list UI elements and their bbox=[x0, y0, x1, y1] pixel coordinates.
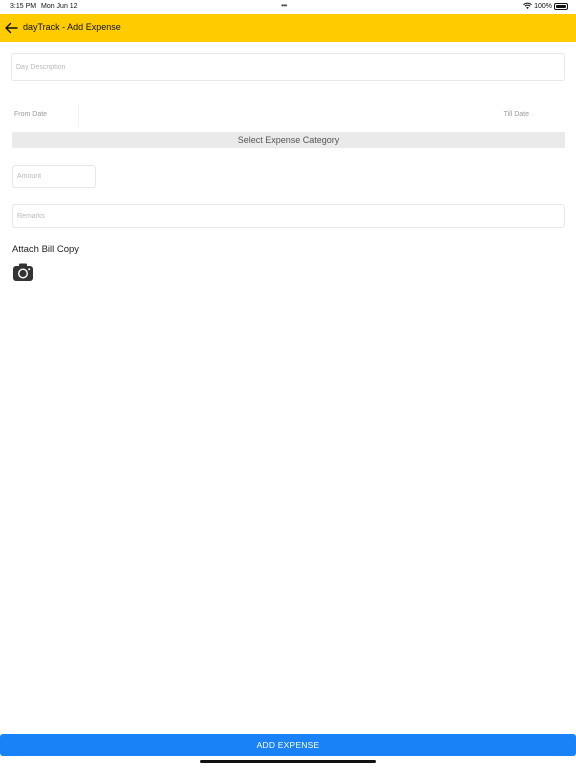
status-bar: 3:15 PM Mon Jun 12 ••• 100% bbox=[0, 0, 576, 14]
status-time: 3:15 PM bbox=[10, 3, 37, 10]
page-title: dayTrack - Add Expense bbox=[23, 22, 121, 32]
amount-input[interactable] bbox=[12, 165, 96, 188]
battery-icon bbox=[554, 2, 568, 10]
day-description-input[interactable] bbox=[11, 53, 565, 81]
date-divider bbox=[78, 104, 79, 126]
wifi-icon bbox=[523, 2, 532, 9]
remarks-input[interactable] bbox=[12, 204, 565, 228]
status-date: Mon Jun 12 bbox=[41, 3, 78, 10]
camera-icon[interactable] bbox=[12, 262, 34, 282]
from-date-field[interactable]: From Date bbox=[14, 111, 47, 118]
home-indicator[interactable] bbox=[200, 760, 376, 763]
add-expense-button[interactable]: ADD EXPENSE bbox=[0, 734, 576, 756]
battery-percent: 100% bbox=[534, 2, 552, 10]
multitasking-dots[interactable]: ••• bbox=[281, 1, 287, 10]
back-arrow-icon[interactable] bbox=[4, 21, 18, 35]
till-date-field[interactable]: Till Date bbox=[504, 111, 529, 118]
attach-bill-label: Attach Bill Copy bbox=[12, 244, 80, 255]
app-header: dayTrack - Add Expense bbox=[0, 14, 576, 42]
select-expense-category-button[interactable]: Select Expense Category bbox=[12, 132, 565, 148]
status-indicators: 100% bbox=[523, 2, 568, 10]
